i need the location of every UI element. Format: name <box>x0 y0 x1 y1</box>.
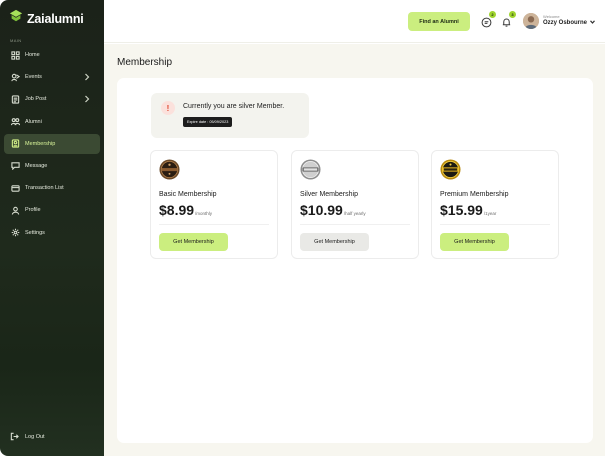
sidebar-item-events[interactable]: Events <box>4 67 100 87</box>
avatar[interactable] <box>523 13 539 29</box>
plan-card-silver: Silver Membership $10.99 /half yearly Ge… <box>291 150 419 259</box>
message-header-button[interactable]: 2 <box>481 11 496 28</box>
expire-date-badge: Expire date : 05/09/2023 <box>183 117 233 127</box>
welcome-label: Welcome <box>543 14 560 19</box>
sidebar-item-label: Settings <box>25 229 45 236</box>
sidebar-nav: Home Events Job Post Alumni Membership M… <box>4 45 100 245</box>
sidebar-item-label: Profile <box>25 207 41 214</box>
get-membership-button[interactable]: Get Membership <box>300 233 369 251</box>
sidebar-item-job-post[interactable]: Job Post <box>4 89 100 109</box>
logo-icon <box>9 9 23 28</box>
divider <box>159 224 269 225</box>
membership-status-alert: ! Currently you are silver Member. Expir… <box>151 93 309 138</box>
membership-icon <box>10 139 20 149</box>
app-name: Zaialumni <box>27 11 84 26</box>
plan-card-premium: Premium Membership $15.99 /1year Get Mem… <box>431 150 559 259</box>
membership-panel: ! Currently you are silver Member. Expir… <box>117 78 593 443</box>
document-icon <box>10 94 20 104</box>
events-icon <box>10 72 20 82</box>
sidebar-item-profile[interactable]: Profile <box>4 200 100 220</box>
plan-price: $8.99 /monthly <box>159 202 212 218</box>
plan-amount: $8.99 <box>159 202 195 218</box>
plan-price: $10.99 /half yearly <box>300 202 366 218</box>
logout-icon <box>10 432 20 442</box>
plan-card-basic: Basic Membership $8.99 /monthly Get Memb… <box>150 150 278 259</box>
sidebar-item-label: Alumni <box>25 118 42 125</box>
alert-icon: ! <box>161 101 175 115</box>
card-icon <box>10 183 20 193</box>
plan-name: Silver Membership <box>300 191 358 198</box>
silver-medal-icon <box>300 159 321 180</box>
plan-period: /monthly <box>195 211 213 216</box>
sidebar-item-alumni[interactable]: Alumni <box>4 112 100 132</box>
page-title: Membership <box>117 57 173 68</box>
plan-amount: $15.99 <box>440 202 483 218</box>
sidebar-item-settings[interactable]: Settings <box>4 223 100 243</box>
get-membership-button[interactable]: Get Membership <box>159 233 228 251</box>
sidebar-item-label: Job Post <box>25 96 47 103</box>
user-icon <box>10 205 20 215</box>
plan-price: $15.99 /1year <box>440 202 496 218</box>
notification-button[interactable]: 3 <box>501 11 516 27</box>
logout-button[interactable]: Log Out <box>10 432 45 442</box>
section-label: MAIN <box>10 38 22 43</box>
chevron-down-icon <box>590 20 595 26</box>
find-alumni-button[interactable]: Find an Alumni <box>408 12 470 31</box>
sidebar-item-label: Home <box>25 52 40 58</box>
sidebar-item-label: Transaction List <box>25 185 64 192</box>
sidebar-item-label: Events <box>25 74 42 81</box>
get-membership-button[interactable]: Get Membership <box>440 233 509 251</box>
chevron-right-icon <box>84 95 90 103</box>
sidebar-item-label: Membership <box>25 140 56 147</box>
sidebar-item-label: Message <box>25 162 48 169</box>
chevron-right-icon <box>84 73 90 81</box>
alert-text: Currently you are silver Member. <box>183 103 285 110</box>
premium-medal-icon <box>440 159 461 180</box>
user-name: Ozzy Osbourne <box>543 20 588 26</box>
message-icon <box>10 161 20 171</box>
plan-name: Premium Membership <box>440 191 509 198</box>
plan-period: /half yearly <box>343 211 366 216</box>
gear-icon <box>10 228 20 238</box>
basic-medal-icon <box>159 159 180 180</box>
divider <box>300 224 410 225</box>
plan-name: Basic Membership <box>159 191 217 198</box>
main-content: Membership ! Currently you are silver Me… <box>104 44 605 456</box>
sidebar-item-membership[interactable]: Membership <box>4 133 100 154</box>
sidebar-item-message[interactable]: Message <box>4 156 100 176</box>
sidebar: Zaialumni MAIN Home Events Job Post Alum… <box>0 0 104 456</box>
sidebar-item-home[interactable]: Home <box>4 45 100 65</box>
users-icon <box>10 117 20 127</box>
message-badge: 2 <box>489 11 496 18</box>
grid-icon <box>10 50 20 60</box>
user-menu[interactable]: Ozzy Osbourne <box>543 20 595 26</box>
app-logo[interactable]: Zaialumni <box>9 9 84 28</box>
top-header: Find an Alumni 2 3 Welcome Ozzy Osbourne <box>104 0 605 43</box>
logout-label: Log Out <box>25 434 45 440</box>
divider <box>440 224 550 225</box>
plan-amount: $10.99 <box>300 202 343 218</box>
notification-badge: 3 <box>509 11 516 18</box>
plan-period: /1year <box>483 211 497 216</box>
sidebar-item-transaction-list[interactable]: Transaction List <box>4 178 100 198</box>
